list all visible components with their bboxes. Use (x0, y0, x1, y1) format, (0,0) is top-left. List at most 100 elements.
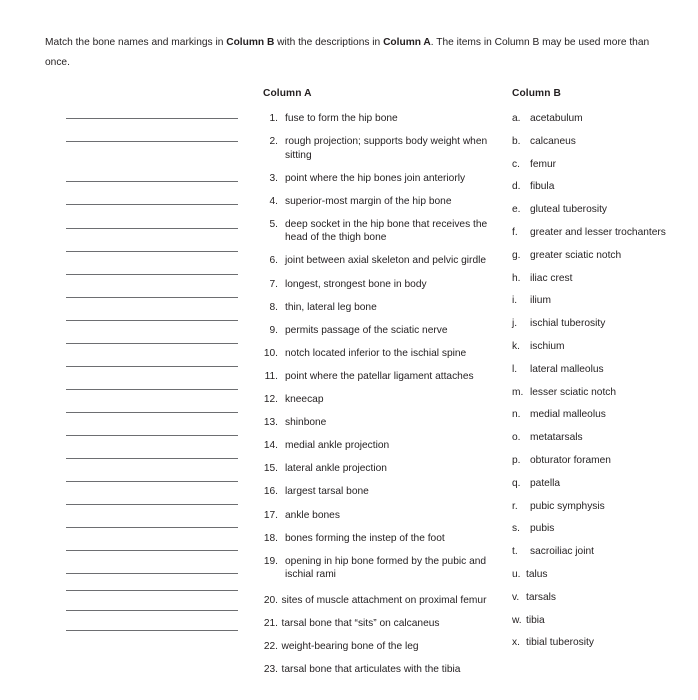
column-b-item-text: acetabulum (530, 113, 583, 124)
column-b-item-text: pubic symphysis (530, 500, 605, 512)
column-a-item: 6. joint between axial skeleton and pelvi… (263, 254, 501, 268)
column-a-item-text: point where the patellar ligament attach… (285, 370, 474, 382)
column-a-item: 22. weight-bearing bone of the leg (263, 640, 501, 654)
column-b-item-text: ischium (530, 340, 565, 352)
column-b-item-letter: h. (512, 272, 521, 284)
column-b-item-text: tibia (526, 614, 545, 626)
column-b-list: a. acetabulum b. calcaneus c. femur d. fibula e.… (512, 112, 687, 650)
column-b-item-letter: r. (512, 500, 518, 512)
column-b-item-text: fibula (530, 181, 555, 193)
answer-blank-line[interactable] (66, 630, 238, 631)
column-a-header: Column A (263, 88, 312, 99)
column-a-item-number: 23. (263, 663, 278, 675)
answer-blank-line[interactable] (66, 481, 238, 482)
column-b-item-text: ischial tuberosity (530, 318, 606, 330)
column-b-item: o. metatarsals (512, 431, 687, 445)
column-a-item-text: point where the hip bones join anteriorl… (285, 172, 466, 184)
column-b-item: v. tarsals (512, 591, 687, 605)
answer-blank-line[interactable] (66, 366, 238, 367)
answer-blank-line[interactable] (66, 610, 238, 611)
column-a-item-text: bones forming the instep of the foot (285, 532, 445, 544)
column-a-item-text: kneecap (285, 394, 324, 406)
column-b-header: Column B (512, 88, 561, 99)
answer-blank-line[interactable] (66, 297, 238, 298)
column-a-item: 10. notch located inferior to the ischial… (263, 347, 501, 361)
column-b-item: j. ischial tuberosity (512, 317, 687, 331)
column-b-item-text: tibial tuberosity (526, 637, 594, 649)
answer-blank-line[interactable] (66, 550, 238, 551)
column-a-item-text: fuse to form the hip bone (285, 113, 398, 124)
column-b-item-letter: t. (512, 546, 518, 558)
column-b-item: m. lesser sciatic notch (512, 386, 687, 400)
column-b-item-letter: m. (512, 386, 524, 398)
column-a-item-text: deep socket in the hip bone that receive… (285, 218, 488, 244)
column-a-item-number: 11. (264, 370, 278, 382)
column-b-item-text: calcaneus (530, 135, 576, 147)
column-a-item: 20. sites of muscle attachment on proxima… (263, 594, 501, 608)
column-a-item: 12. kneecap (263, 393, 501, 407)
column-a-item-text: longest, strongest bone in body (285, 278, 427, 290)
column-b-item-letter: w. (512, 614, 522, 626)
column-b-item-letter: l. (512, 363, 518, 375)
answer-blank-line[interactable] (66, 204, 238, 205)
answer-blank-line[interactable] (66, 320, 238, 321)
column-b-item: i. ilium (512, 294, 687, 308)
column-b-item-letter: o. (512, 432, 521, 444)
column-b-item-text: tarsals (526, 591, 557, 603)
column-b-item-letter: v. (512, 591, 520, 603)
answer-blank-line[interactable] (66, 141, 238, 142)
answer-blank-line[interactable] (66, 343, 238, 344)
column-b-item-text: greater and lesser trochanters (530, 226, 666, 238)
column-b-item-letter: p. (512, 454, 521, 466)
column-a-item-text: largest tarsal bone (285, 486, 369, 498)
answer-blank-line[interactable] (66, 274, 238, 275)
column-a-item: 2. rough projection; supports body weight… (263, 135, 501, 162)
column-a-item-text: opening in hip bone formed by the pubic … (285, 555, 487, 581)
answer-blank-line[interactable] (66, 504, 238, 505)
column-a-item-number: 12. (263, 394, 278, 406)
column-a-item-number: 17. (263, 509, 278, 521)
answer-blank-line[interactable] (66, 458, 238, 459)
column-a-item-text: tarsal bone that articulates with the ti… (281, 663, 461, 675)
answer-blank-line[interactable] (66, 412, 238, 413)
answer-blank-line[interactable] (66, 435, 238, 436)
answer-blank-line[interactable] (66, 573, 238, 574)
column-b-item-text: metatarsals (530, 432, 583, 444)
column-a-item-number: 2. (269, 136, 279, 148)
column-b-item-letter: b. (512, 135, 521, 147)
column-b-item: r. pubic symphysis (512, 500, 687, 514)
answer-blank-line[interactable] (66, 118, 238, 119)
column-a-item: 14. medial ankle projection (263, 439, 501, 453)
answer-blank-line[interactable] (66, 181, 238, 182)
column-a-item-number: 5. (269, 218, 279, 230)
column-b-item: c. femur (512, 158, 687, 172)
column-b-item-letter: f. (512, 226, 518, 238)
answer-blank-line[interactable] (66, 527, 238, 528)
column-b-item: t. sacroiliac joint (512, 545, 687, 559)
column-b-item-letter: x. (512, 637, 520, 649)
instructions-text-2: with the descriptions in (274, 37, 384, 48)
column-a-item-number: 22. (263, 640, 278, 652)
column-a-item-number: 1. (269, 113, 279, 124)
column-a-item: 16. largest tarsal bone (263, 485, 501, 499)
column-a-item-number: 19. (263, 555, 278, 567)
column-b-item: e. gluteal tuberosity (512, 203, 687, 217)
answer-blank-line[interactable] (66, 590, 238, 591)
column-a-item: 13. shinbone (263, 416, 501, 430)
column-a-item-text: thin, lateral leg bone (285, 301, 377, 313)
column-b-item-text: pubis (530, 523, 555, 535)
answer-blank-line[interactable] (66, 251, 238, 252)
column-b-item: d. fibula (512, 180, 687, 194)
column-a-item: 9. permits passage of the sciatic nerve (263, 324, 501, 338)
column-a-item-number: 6. (269, 255, 279, 267)
column-a-item-text: tarsal bone that “sits” on calcaneus (281, 617, 440, 629)
column-a-item-text: superior-most margin of the hip bone (285, 195, 452, 207)
answer-blank-line[interactable] (66, 228, 238, 229)
column-a-item-text: sites of muscle attachment on proximal f… (281, 594, 487, 606)
column-a-item-text: notch located inferior to the ischial sp… (285, 347, 467, 359)
answer-blank-line[interactable] (66, 389, 238, 390)
column-a-item: 19. opening in hip bone formed by the pub… (263, 555, 501, 582)
column-a-item-text: permits passage of the sciatic nerve (285, 324, 448, 336)
column-a-item: 5. deep socket in the hip bone that recei… (263, 218, 501, 245)
column-a-item-text: rough projection; supports body weight w… (285, 136, 488, 161)
